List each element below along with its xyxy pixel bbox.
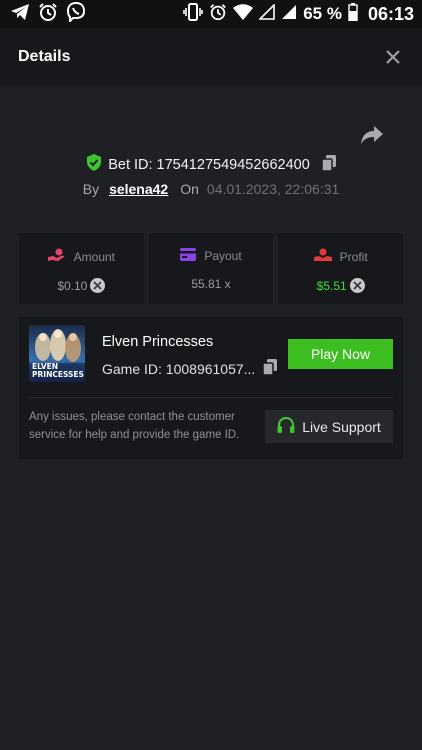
stat-amount: Amount $0.10 bbox=[19, 233, 144, 304]
close-button[interactable] bbox=[384, 48, 402, 66]
username-link[interactable]: selena42 bbox=[109, 181, 168, 197]
bet-id: Bet ID: 1754127549452662400 bbox=[108, 157, 310, 173]
stat-value: $5.51 bbox=[316, 278, 347, 293]
live-support-label: Live Support bbox=[302, 418, 381, 435]
signal-empty-icon bbox=[258, 2, 276, 25]
bet-meta-row: By selena42 On 04.01.2023, 22:06:31 bbox=[0, 181, 422, 197]
stat-label: Profit bbox=[339, 249, 368, 264]
divider bbox=[29, 397, 393, 398]
share-button[interactable] bbox=[360, 124, 384, 146]
game-name: Elven Princesses bbox=[102, 334, 214, 350]
play-now-button[interactable]: Play Now bbox=[288, 339, 393, 369]
bet-stats: Amount $0.10 Payout 55.81 x Profit $5.51 bbox=[19, 233, 404, 304]
stat-profit: Profit $5.51 bbox=[278, 233, 404, 304]
wifi-icon bbox=[233, 3, 254, 25]
status-bar: 65 % 06:13 bbox=[0, 0, 422, 28]
details-header: Details bbox=[0, 28, 422, 86]
viber-icon bbox=[66, 1, 86, 27]
game-card: ELVEN PRINCESSES Elven Princesses Game I… bbox=[19, 317, 403, 459]
alarm-icon bbox=[38, 2, 58, 27]
battery-icon bbox=[348, 2, 358, 26]
game-id: Game ID: 1008961057... bbox=[102, 360, 256, 377]
stat-label: Amount bbox=[73, 249, 116, 264]
on-label: On bbox=[180, 181, 199, 197]
game-id-row: Game ID: 1008961057... bbox=[102, 359, 278, 378]
close-icon bbox=[386, 50, 400, 64]
stat-value: 55.81 x bbox=[191, 277, 231, 291]
profit-icon bbox=[313, 248, 332, 265]
currency-coin-icon bbox=[90, 278, 106, 293]
signal-icon bbox=[281, 4, 297, 25]
page-title: Details bbox=[18, 48, 71, 65]
amount-icon bbox=[47, 248, 66, 265]
stat-value: $0.10 bbox=[57, 278, 88, 293]
vibrate-icon bbox=[183, 2, 204, 26]
by-label: By bbox=[82, 181, 100, 197]
live-support-button[interactable]: Live Support bbox=[265, 410, 393, 443]
clock: 06:13 bbox=[367, 3, 414, 24]
copy-game-id-button[interactable] bbox=[262, 359, 278, 378]
thumbnail-title: ELVEN PRINCESSES bbox=[32, 362, 84, 379]
support-text: Any issues, please contact the customer … bbox=[29, 411, 240, 441]
currency-coin-icon bbox=[349, 278, 365, 293]
copy-icon bbox=[321, 154, 336, 172]
copy-bet-id-button[interactable] bbox=[321, 154, 336, 176]
headset-icon bbox=[277, 416, 295, 437]
battery-percent: 65 % bbox=[303, 4, 342, 23]
copy-icon bbox=[262, 359, 278, 376]
alarm-icon bbox=[209, 3, 227, 26]
bet-id-row: Bet ID: 1754127549452662400 bbox=[0, 154, 422, 176]
telegram-icon bbox=[10, 3, 30, 26]
bet-date: 04.01.2023, 22:06:31 bbox=[206, 181, 340, 197]
share-icon bbox=[361, 126, 383, 144]
game-thumbnail[interactable]: ELVEN PRINCESSES bbox=[29, 325, 85, 382]
stat-label: Payout bbox=[204, 249, 242, 263]
shield-check-icon bbox=[86, 154, 102, 176]
stat-payout: Payout 55.81 x bbox=[148, 233, 274, 304]
wallet-icon bbox=[180, 248, 197, 264]
